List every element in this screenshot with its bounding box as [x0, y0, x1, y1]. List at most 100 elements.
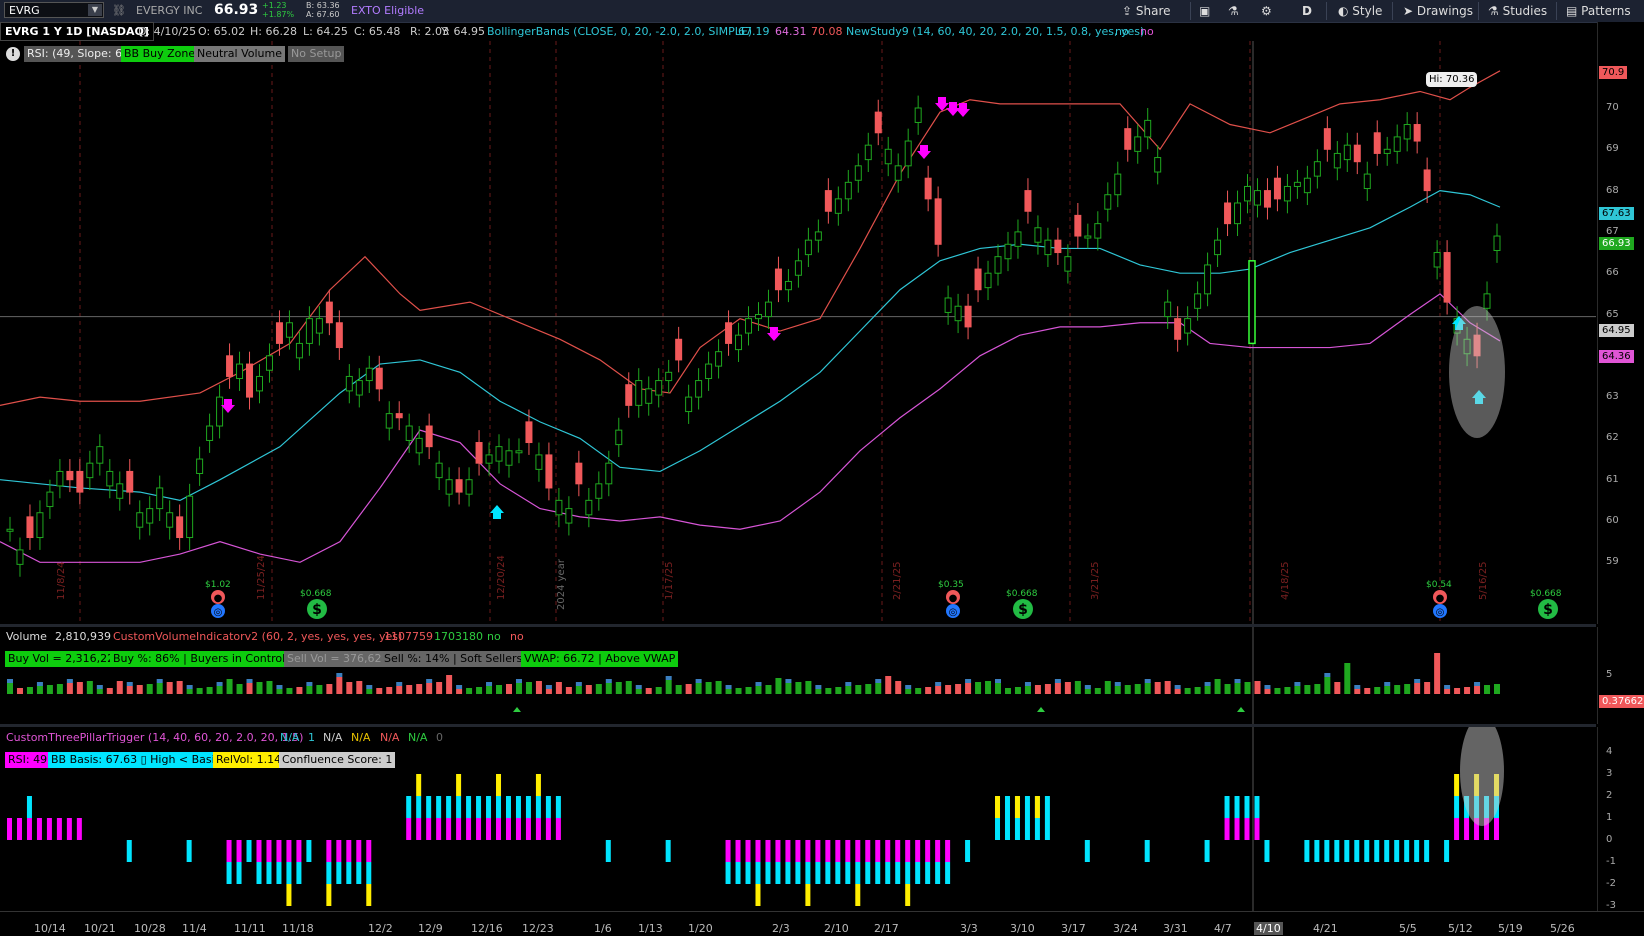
volume-bar — [605, 683, 612, 694]
pillar-axis[interactable]: 4 3 2 1 0 -1 -2 -3 — [1597, 727, 1644, 911]
volume-bar — [1454, 688, 1461, 694]
volume-bar — [915, 688, 922, 694]
chart-title[interactable]: EVRG 1 Y 1D [NASDAQ] — [0, 22, 154, 41]
studies-button[interactable]: ⚗ Studies — [1488, 3, 1547, 19]
volume-cap — [1444, 685, 1451, 689]
candle — [1234, 190, 1242, 237]
time-axis-label: 5/12 — [1448, 922, 1473, 935]
volume-bar — [1374, 687, 1381, 694]
candle-body — [954, 305, 962, 322]
candle — [844, 169, 852, 212]
candle-body — [675, 338, 683, 361]
candle-body — [735, 334, 743, 351]
volume-bar — [146, 684, 153, 694]
volume-cap — [1114, 682, 1121, 686]
candle-body — [415, 437, 423, 454]
bar-y: Y: 64.95 — [441, 25, 485, 38]
candle-body — [465, 479, 473, 495]
date-marker: 2024 year — [556, 559, 567, 610]
candle-body — [1094, 223, 1102, 239]
newstudy-no1: no — [1115, 25, 1129, 38]
volume-bar — [76, 682, 83, 694]
symbol-input[interactable]: EVRG ▼ — [4, 2, 104, 18]
candle-body — [655, 380, 663, 396]
cvi-label[interactable]: CustomVolumeIndicatorv2 (60, 2, yes, yes… — [113, 630, 402, 643]
candle — [1343, 132, 1351, 173]
candle-body — [1154, 157, 1162, 173]
volume-cap — [995, 679, 1002, 683]
settings-button[interactable]: ⚙ — [1261, 3, 1272, 19]
candle — [275, 310, 283, 356]
snapshot-button[interactable]: ▣ — [1199, 3, 1210, 19]
time-axis-label: 11/18 — [282, 922, 314, 935]
candle-body — [545, 454, 553, 489]
flask-button[interactable]: ⚗ — [1228, 3, 1239, 19]
pillar-bar — [895, 862, 901, 884]
candle-body — [934, 198, 942, 245]
symbol-text: EVRG — [9, 4, 40, 17]
volume-bar — [1064, 682, 1071, 694]
alert-icon[interactable]: ! — [6, 47, 20, 61]
pillar-bar — [805, 884, 811, 906]
candle — [974, 256, 982, 303]
volume-bar — [1124, 685, 1131, 694]
candle — [1333, 141, 1341, 181]
earnings-est-icon-glyph: ◎ — [214, 607, 223, 618]
candle — [1204, 252, 1212, 307]
pillar-label[interactable]: CustomThreePillarTrigger (14, 40, 60, 20… — [6, 731, 303, 744]
candle — [1363, 161, 1371, 201]
volume-bar — [66, 683, 73, 694]
pillar-bar — [1384, 840, 1390, 862]
pillar-bar — [835, 840, 841, 862]
volume-bar — [376, 688, 383, 694]
chevron-down-icon[interactable]: ▼ — [88, 4, 102, 16]
price-axis-label: 66 — [1606, 267, 1619, 279]
time-axis-label: 4/10 — [1254, 922, 1283, 935]
candle-body — [1014, 231, 1022, 247]
newstudy-label[interactable]: NewStudy9 (14, 60, 40, 20, 2.0, 20, 1.5,… — [846, 22, 1144, 41]
volume-bar — [1244, 682, 1251, 694]
pillar-bar — [486, 818, 492, 840]
bollinger-label[interactable]: BollingerBands (CLOSE, 0, 20, -2.0, 2.0,… — [487, 22, 752, 41]
sell-arrow-icon — [767, 327, 781, 341]
date-marker: 2/21/25 — [892, 561, 903, 600]
candle — [1014, 219, 1022, 259]
volume-cap — [665, 676, 672, 680]
pillar-bar — [296, 840, 302, 862]
drawings-button[interactable]: ➤ Drawings — [1403, 3, 1473, 19]
candle-body — [754, 314, 762, 320]
price-chart[interactable]: $ $ $ ● ◎ ● ◎ ● ◎ — [0, 41, 1596, 624]
candle — [944, 285, 952, 325]
volume-axis[interactable]: 5 — [1597, 627, 1644, 724]
candle-body — [335, 322, 343, 349]
pillar-bar — [795, 840, 801, 862]
volume-bar — [1114, 686, 1121, 694]
style-button[interactable]: ◐ Style — [1338, 3, 1382, 19]
volume-bar — [1464, 687, 1471, 694]
pillar-bar — [1454, 818, 1460, 840]
pillar-bar — [1014, 796, 1020, 818]
candle — [1433, 240, 1441, 280]
pillar-bar — [476, 818, 482, 840]
share-button[interactable]: ⇪ Share — [1122, 3, 1171, 19]
volume-bar — [885, 676, 892, 694]
pillar-bar — [366, 840, 372, 862]
pillar-bar — [825, 862, 831, 884]
price-tag-basis: 67.63 — [1599, 207, 1634, 220]
candle-body — [904, 140, 912, 167]
volume-bar — [625, 681, 632, 694]
period-button[interactable]: D — [1302, 3, 1312, 19]
link-icon[interactable]: ⛓ — [112, 4, 126, 17]
pillar-bar — [1014, 818, 1020, 840]
candle — [1154, 145, 1162, 185]
volume-bar — [1254, 681, 1261, 694]
price-tag-cursor: 64.95 — [1599, 324, 1634, 337]
volume-bar — [595, 684, 602, 694]
pillar-bar — [416, 774, 422, 796]
pillar-bar — [1374, 840, 1380, 862]
price-axis[interactable]: 706968676665646362616059 — [1597, 22, 1644, 624]
volume-bar — [446, 675, 453, 694]
pillar-bar — [326, 884, 332, 906]
exto-eligible: EXTO Eligible — [351, 4, 425, 17]
patterns-button[interactable]: ▤ Patterns — [1566, 3, 1631, 19]
